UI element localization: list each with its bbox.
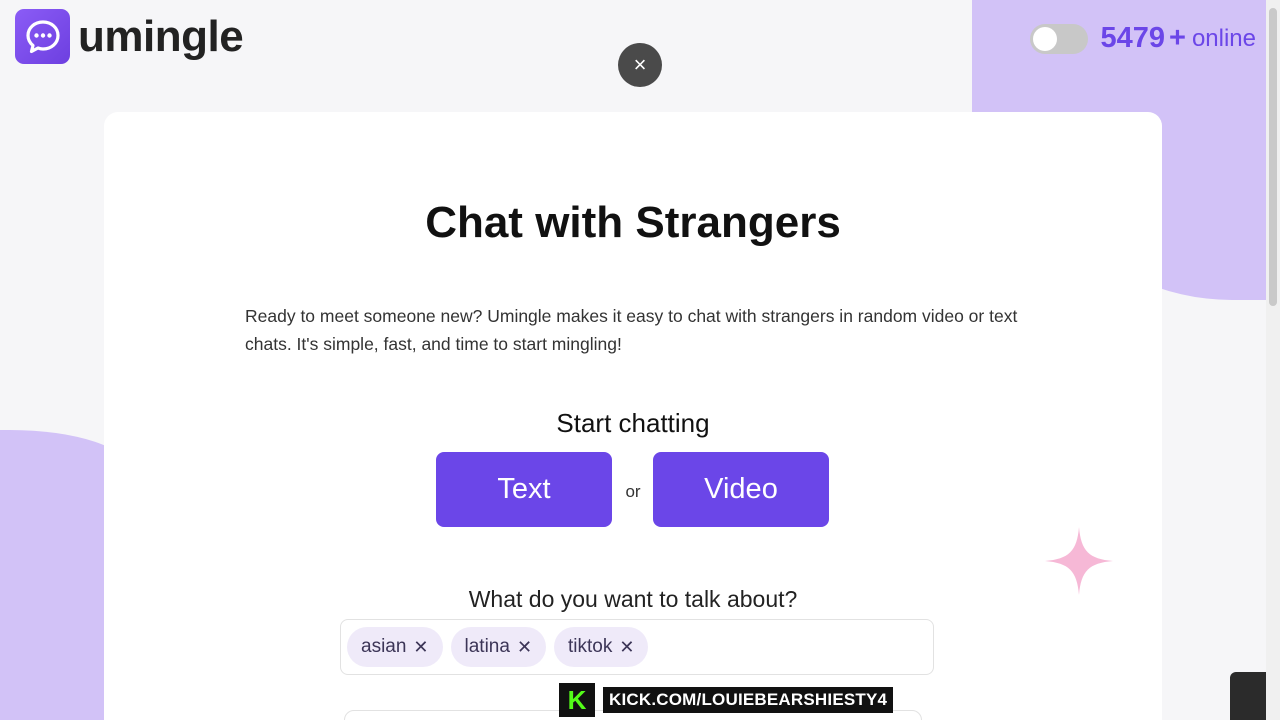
remove-tag-icon[interactable]: ✕ bbox=[619, 637, 634, 658]
start-chatting-label: Start chatting bbox=[556, 408, 710, 438]
remove-tag-icon[interactable]: ✕ bbox=[517, 637, 532, 658]
page-title: Chat with Strangers bbox=[425, 198, 841, 247]
sparkle-icon bbox=[1045, 527, 1113, 595]
interest-tag[interactable]: asian ✕ bbox=[347, 627, 443, 667]
brand-logo[interactable]: umingle bbox=[15, 9, 244, 64]
online-indicator: 5479 + online bbox=[1030, 22, 1256, 55]
interests-input[interactable]: asian ✕ latina ✕ tiktok ✕ bbox=[340, 619, 934, 675]
interest-tag-label: latina bbox=[464, 636, 510, 657]
online-plus: + bbox=[1169, 22, 1186, 54]
stream-overlay-banner: K KICK.COM/LOUIEBEARSHIESTY4 bbox=[559, 683, 894, 717]
brand-name: umingle bbox=[78, 11, 244, 61]
interests-label: What do you want to talk about? bbox=[468, 586, 798, 612]
page-scrollbar[interactable] bbox=[1266, 0, 1280, 720]
remove-tag-icon[interactable]: ✕ bbox=[413, 637, 428, 658]
theme-toggle[interactable] bbox=[1030, 23, 1089, 54]
background-blob-top-right-edge bbox=[972, 0, 994, 112]
toggle-knob bbox=[1033, 26, 1058, 51]
interest-tag[interactable]: tiktok ✕ bbox=[554, 627, 649, 667]
close-button[interactable]: × bbox=[618, 43, 662, 87]
online-count: 5479 bbox=[1100, 22, 1165, 54]
kick-logo-icon: K bbox=[559, 683, 595, 717]
video-chat-button[interactable]: Video bbox=[653, 452, 829, 527]
text-chat-button[interactable]: Text bbox=[436, 452, 612, 527]
interest-tag-label: tiktok bbox=[568, 636, 613, 657]
online-label: online bbox=[1191, 24, 1256, 52]
stream-overlay-text: KICK.COM/LOUIEBEARSHIESTY4 bbox=[603, 687, 894, 713]
scrollbar-thumb[interactable] bbox=[1269, 8, 1277, 306]
or-label: or bbox=[625, 482, 641, 501]
interest-tag[interactable]: latina ✕ bbox=[450, 627, 547, 667]
page-description: Ready to meet someone new? Umingle makes… bbox=[245, 306, 1018, 354]
main-card: Chat with Strangers Ready to meet someon… bbox=[104, 112, 1162, 720]
interest-tag-label: asian bbox=[361, 636, 407, 657]
chat-bubble-icon bbox=[15, 9, 70, 64]
